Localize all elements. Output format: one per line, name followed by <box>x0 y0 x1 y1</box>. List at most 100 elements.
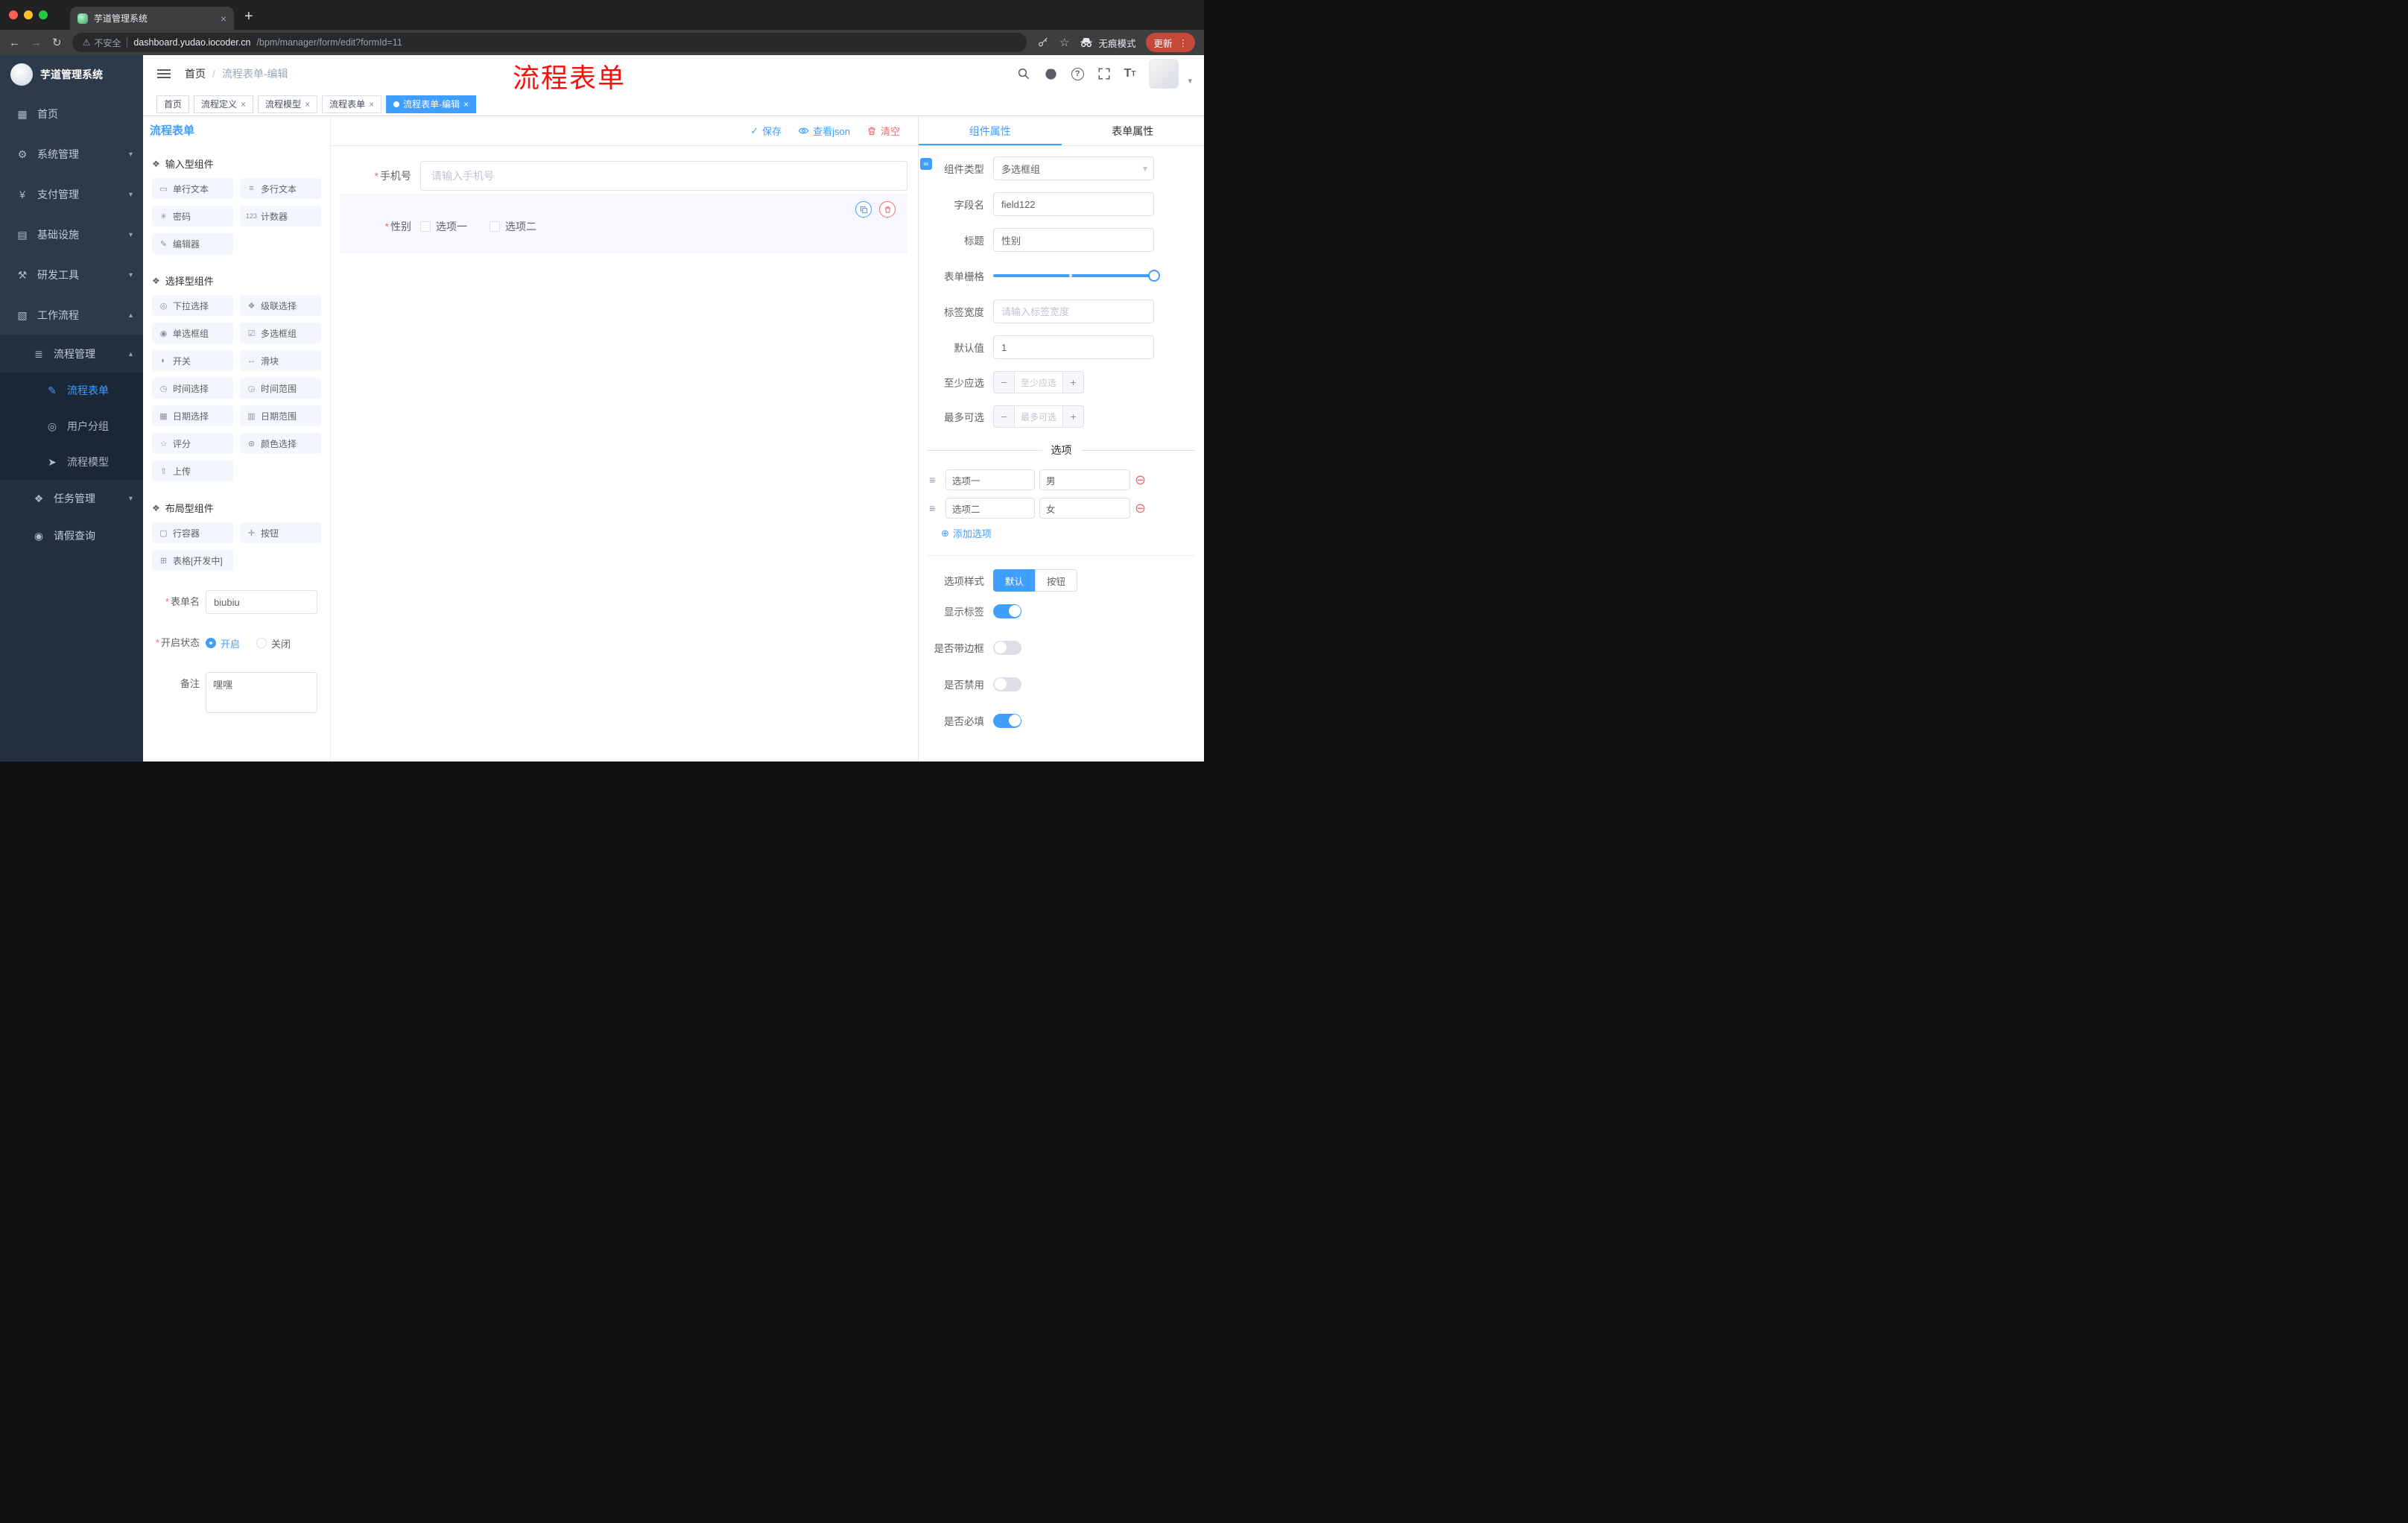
clear-button[interactable]: 清空 <box>866 124 900 138</box>
url-path[interactable]: /bpm/manager/form/edit?formId=11 <box>256 37 402 48</box>
close-window-button[interactable] <box>9 10 18 19</box>
palette-item-color-picker[interactable]: ⊛ 颜色选择 <box>240 433 321 454</box>
sidebar-item-leave-query[interactable]: ◉ 请假查询 <box>0 517 143 554</box>
sidebar-item-task-mgmt[interactable]: ❖ 任务管理 ▾ <box>0 480 143 517</box>
slider-handle[interactable] <box>1148 270 1160 282</box>
drag-handle-icon[interactable]: ≡ <box>929 474 941 486</box>
palette-item-time-range[interactable]: ◶ 时间范围 <box>240 378 321 399</box>
tag-process-model[interactable]: 流程模型 × <box>258 95 318 113</box>
grid-slider[interactable] <box>993 264 1160 288</box>
option-value-input[interactable] <box>1039 469 1130 490</box>
phone-input[interactable] <box>420 161 907 191</box>
palette-item-date-range[interactable]: ▥ 日期范围 <box>240 405 321 426</box>
tag-process-form[interactable]: 流程表单 × <box>322 95 382 113</box>
tag-close-icon[interactable]: × <box>305 99 310 110</box>
disabled-toggle[interactable] <box>993 677 1021 691</box>
sidebar-item-infrastructure[interactable]: ▤ 基础设施 ▾ <box>0 215 143 255</box>
tag-process-form-edit[interactable]: 流程表单-编辑 × <box>386 95 477 113</box>
new-tab-button[interactable]: + <box>244 6 253 27</box>
tag-close-icon[interactable]: × <box>463 99 469 110</box>
tag-close-icon[interactable]: × <box>369 99 374 110</box>
status-on-radio[interactable]: 开启 <box>206 636 240 650</box>
search-icon[interactable] <box>1017 67 1030 80</box>
decrease-button[interactable]: − <box>994 372 1015 393</box>
tab-component-props[interactable]: 组件属性 <box>919 116 1062 145</box>
min-select-value[interactable]: 至少应选 <box>1015 372 1062 393</box>
palette-item-password[interactable]: ✳ 密码 <box>152 206 233 227</box>
delete-widget-button[interactable] <box>879 201 896 218</box>
increase-button[interactable]: + <box>1062 372 1083 393</box>
component-type-select[interactable]: ▾ <box>993 156 1154 180</box>
option-label-input[interactable] <box>945 498 1035 519</box>
default-value-input[interactable] <box>993 335 1154 359</box>
minimize-window-button[interactable] <box>24 10 33 19</box>
forward-icon[interactable]: → <box>31 37 42 49</box>
sidebar-item-process-model[interactable]: ➤ 流程模型 <box>0 444 143 480</box>
decrease-button[interactable]: − <box>994 406 1015 427</box>
title-input[interactable] <box>993 228 1154 252</box>
max-select-stepper[interactable]: − 最多可选 + <box>993 405 1084 428</box>
tab-close-icon[interactable]: × <box>221 13 226 25</box>
palette-item-multiline-text[interactable]: ≡ 多行文本 <box>240 178 321 199</box>
required-toggle[interactable] <box>993 713 1021 728</box>
password-key-icon[interactable] <box>1037 37 1049 48</box>
form-name-input[interactable] <box>206 590 317 614</box>
tag-process-definition[interactable]: 流程定义 × <box>194 95 254 113</box>
reload-icon[interactable]: ↻ <box>52 36 62 49</box>
show-label-toggle[interactable] <box>993 604 1021 618</box>
sidebar-item-user-group[interactable]: ◎ 用户分组 <box>0 408 143 444</box>
avatar[interactable] <box>1149 59 1179 89</box>
drag-handle-icon[interactable]: ≡ <box>929 502 941 514</box>
back-icon[interactable]: ← <box>9 37 20 49</box>
option-value-input[interactable] <box>1039 498 1130 519</box>
palette-item-cascader[interactable]: ❖ 级联选择 <box>240 295 321 316</box>
status-off-radio[interactable]: 关闭 <box>256 636 291 650</box>
github-icon[interactable] <box>1044 67 1058 81</box>
max-select-value[interactable]: 最多可选 <box>1015 406 1062 427</box>
field-name-input[interactable] <box>993 192 1154 216</box>
canvas-field-phone[interactable]: * 手机号 <box>340 161 907 191</box>
sidebar-item-home[interactable]: ▦ 首页 <box>0 94 143 134</box>
maximize-window-button[interactable] <box>39 10 48 19</box>
style-button-button[interactable]: 按钮 <box>1035 569 1078 592</box>
url-bar[interactable]: ⚠ 不安全 dashboard.yudao.iocoder.cn/bpm/man… <box>72 33 1027 52</box>
palette-item-select[interactable]: ◎ 下拉选择 <box>152 295 233 316</box>
copy-widget-button[interactable] <box>855 201 872 218</box>
view-json-button[interactable]: 查看json <box>798 124 850 138</box>
link-icon[interactable]: ∞ <box>920 158 932 170</box>
palette-item-date-picker[interactable]: ▦ 日期选择 <box>152 405 233 426</box>
tag-home[interactable]: 首页 <box>156 95 190 113</box>
sidebar-item-system[interactable]: ⚙ 系统管理 ▾ <box>0 134 143 174</box>
tab-form-props[interactable]: 表单属性 <box>1062 116 1205 145</box>
selected-widget-gender[interactable]: * 性别 选项一 选项二 <box>340 194 907 253</box>
palette-item-upload[interactable]: ⇧ 上传 <box>152 460 233 481</box>
palette-item-switch[interactable]: ◐ 开关 <box>152 350 233 371</box>
sidebar-item-process-form[interactable]: ✎ 流程表单 <box>0 373 143 408</box>
sidebar-item-devtools[interactable]: ⚒ 研发工具 ▾ <box>0 255 143 295</box>
help-icon[interactable]: ? <box>1071 67 1084 80</box>
min-select-stepper[interactable]: − 至少应选 + <box>993 371 1084 393</box>
sidebar-item-payment[interactable]: ¥ 支付管理 ▾ <box>0 174 143 215</box>
url-domain[interactable]: dashboard.yudao.iocoder.cn <box>133 37 250 48</box>
palette-item-rate[interactable]: ☆ 评分 <box>152 433 233 454</box>
palette-item-editor[interactable]: ✎ 编辑器 <box>152 233 233 254</box>
border-toggle[interactable] <box>993 640 1021 655</box>
fullscreen-icon[interactable] <box>1097 67 1111 80</box>
bookmark-star-icon[interactable]: ☆ <box>1059 36 1069 49</box>
palette-item-time-picker[interactable]: ◷ 时间选择 <box>152 378 233 399</box>
sidebar-logo[interactable]: 芋道管理系统 <box>0 55 143 94</box>
update-button[interactable]: 更新 ⋮ <box>1146 33 1195 52</box>
remove-option-icon[interactable]: ⊖ <box>1135 501 1146 515</box>
palette-item-checkbox-group[interactable]: ☑ 多选框组 <box>240 323 321 343</box>
palette-item-table[interactable]: ⊞ 表格[开发中] <box>152 550 233 571</box>
browser-tab[interactable]: 芋道管理系统 × <box>70 7 234 30</box>
palette-item-radio-group[interactable]: ◉ 单选框组 <box>152 323 233 343</box>
palette-item-slider[interactable]: ↔ 滑块 <box>240 350 321 371</box>
hamburger-icon[interactable] <box>143 69 185 78</box>
avatar-caret-icon[interactable]: ▾ <box>1188 76 1192 89</box>
breadcrumb-home[interactable]: 首页 <box>185 66 206 81</box>
gender-option-1-checkbox[interactable]: 选项一 <box>420 219 467 234</box>
label-width-input[interactable] <box>993 300 1154 323</box>
palette-item-row-container[interactable]: ▢ 行容器 <box>152 522 233 543</box>
font-size-icon[interactable]: TT <box>1124 67 1136 80</box>
